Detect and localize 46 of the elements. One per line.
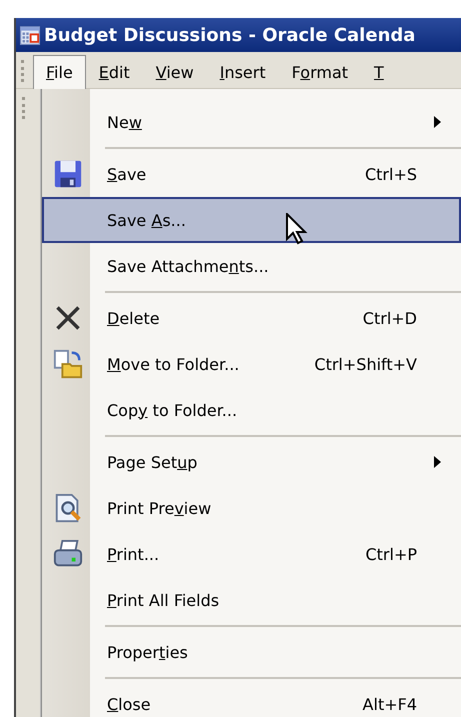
- menu-item-label: Print All Fields: [107, 590, 220, 610]
- menu-item[interactable]: Copy to Folder...: [42, 387, 461, 433]
- menu-item-label: Print Preview: [107, 498, 212, 518]
- menu-item-label: Properties: [107, 642, 188, 662]
- menu-bar-item[interactable]: T: [361, 55, 397, 88]
- menu-bar-item[interactable]: Edit: [86, 55, 143, 88]
- menu-item-label: Save Attachments...: [107, 256, 269, 276]
- menu-item[interactable]: Save Ctrl+S: [42, 151, 461, 197]
- menu-item[interactable]: Print All Fields: [42, 577, 461, 623]
- menu-item[interactable]: Properties: [42, 629, 461, 675]
- folder-move-icon: [53, 349, 83, 379]
- menu-bar-item[interactable]: View: [142, 55, 207, 88]
- menu-bar-item[interactable]: Insert: [206, 55, 279, 88]
- menu-item-label: New: [107, 112, 142, 132]
- printer-icon: [53, 539, 83, 569]
- menu-item[interactable]: Delete Ctrl+D: [42, 295, 461, 341]
- menu-item[interactable]: Move to Folder... Ctrl+Shift+V: [42, 341, 461, 387]
- mouse-pointer-icon: [286, 213, 308, 245]
- menu-item-label: Save: [107, 164, 146, 184]
- menu-item-label: Close: [107, 694, 151, 714]
- menu-bar-item[interactable]: Format: [278, 55, 362, 88]
- toolbar-grip[interactable]: [22, 97, 28, 119]
- menu-item[interactable]: Save As...: [42, 197, 461, 243]
- shortcut-label: Alt+F4: [362, 694, 417, 714]
- menu-item-label: Print...: [107, 544, 160, 564]
- menu-item[interactable]: Print Preview: [42, 485, 461, 531]
- menu-item[interactable]: Close Alt+F4: [42, 681, 461, 717]
- window-title: Budget Discussions - Oracle Calenda: [44, 24, 416, 46]
- menu-item-label: Copy to Folder...: [107, 400, 238, 420]
- menu-item-label: Delete: [107, 308, 160, 328]
- menu-item[interactable]: Save Attachments...: [42, 243, 461, 289]
- menu-item-label: Save As...: [107, 210, 186, 230]
- shortcut-label: Ctrl+P: [365, 544, 417, 564]
- toolbar-grip[interactable]: [21, 60, 27, 82]
- menu-item[interactable]: New: [42, 99, 461, 145]
- delete-icon: [54, 304, 82, 332]
- menu-bar-item[interactable]: File: [33, 55, 86, 89]
- menu-item-label: Page Setup: [107, 452, 198, 472]
- shortcut-label: Ctrl+S: [364, 164, 417, 184]
- calendar-icon: [20, 25, 40, 45]
- shortcut-label: Ctrl+D: [362, 308, 417, 328]
- menu-item-label: Move to Folder...: [107, 354, 240, 374]
- shortcut-label: Ctrl+Shift+V: [314, 354, 417, 374]
- print-preview-icon: [53, 493, 83, 523]
- menu-item[interactable]: Print... Ctrl+P: [42, 531, 461, 577]
- menu-item[interactable]: Page Setup: [42, 439, 461, 485]
